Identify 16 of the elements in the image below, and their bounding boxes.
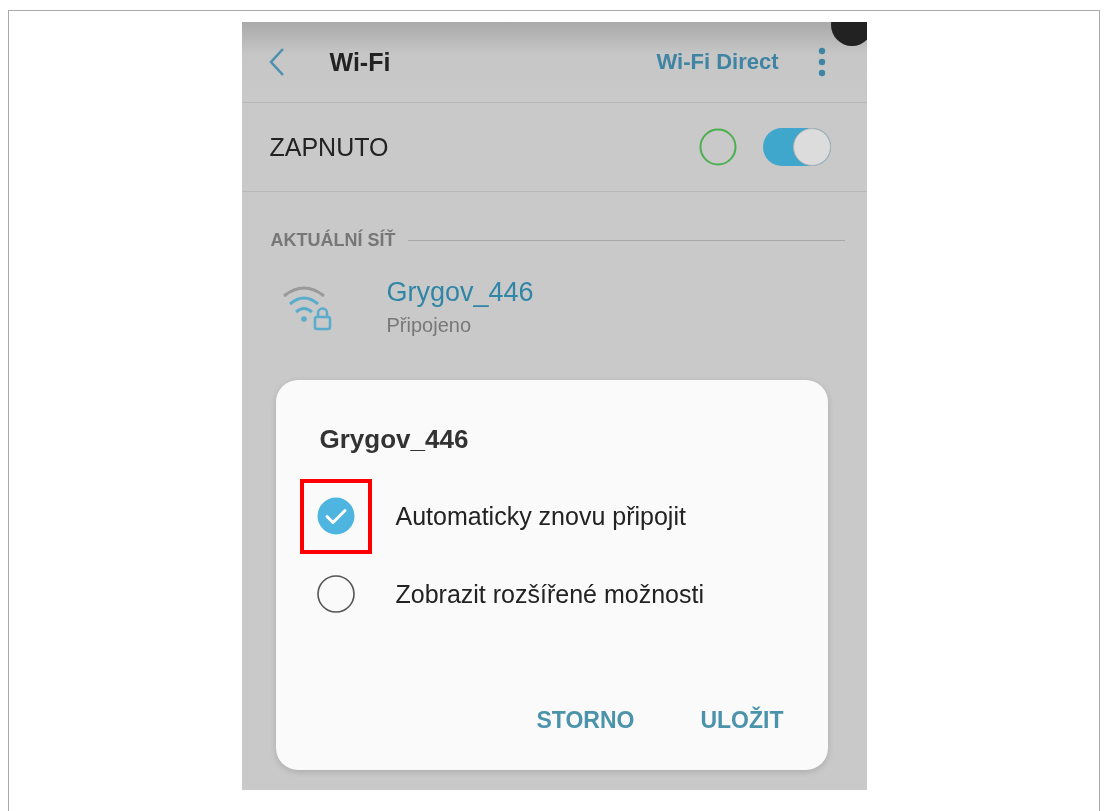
more-options-icon[interactable] <box>816 47 827 77</box>
switch-label: ZAPNUTO <box>269 132 390 162</box>
section-header: AKTUÁLNÍ SÍŤ <box>270 230 396 251</box>
cancel-button[interactable]: STORNO <box>536 703 635 738</box>
checkbox[interactable] <box>315 574 356 614</box>
save-button[interactable]: ULOŽIT <box>700 703 784 738</box>
wifi-direct-link[interactable]: Wi-Fi Direct <box>656 49 779 75</box>
dialog-title: Grygov_446 <box>319 424 470 455</box>
network-status: Připojeno <box>386 314 472 337</box>
screen-title: Wi-Fi <box>329 47 392 77</box>
checkbox[interactable] <box>315 496 356 536</box>
option-label: Automaticky znovu připojit <box>395 501 686 531</box>
option-label: Zobrazit rozšířené možnosti <box>395 579 704 609</box>
ring-icon <box>698 128 737 166</box>
toggle-switch[interactable] <box>762 128 831 166</box>
network-name[interactable]: Grygov_446 <box>386 277 534 308</box>
